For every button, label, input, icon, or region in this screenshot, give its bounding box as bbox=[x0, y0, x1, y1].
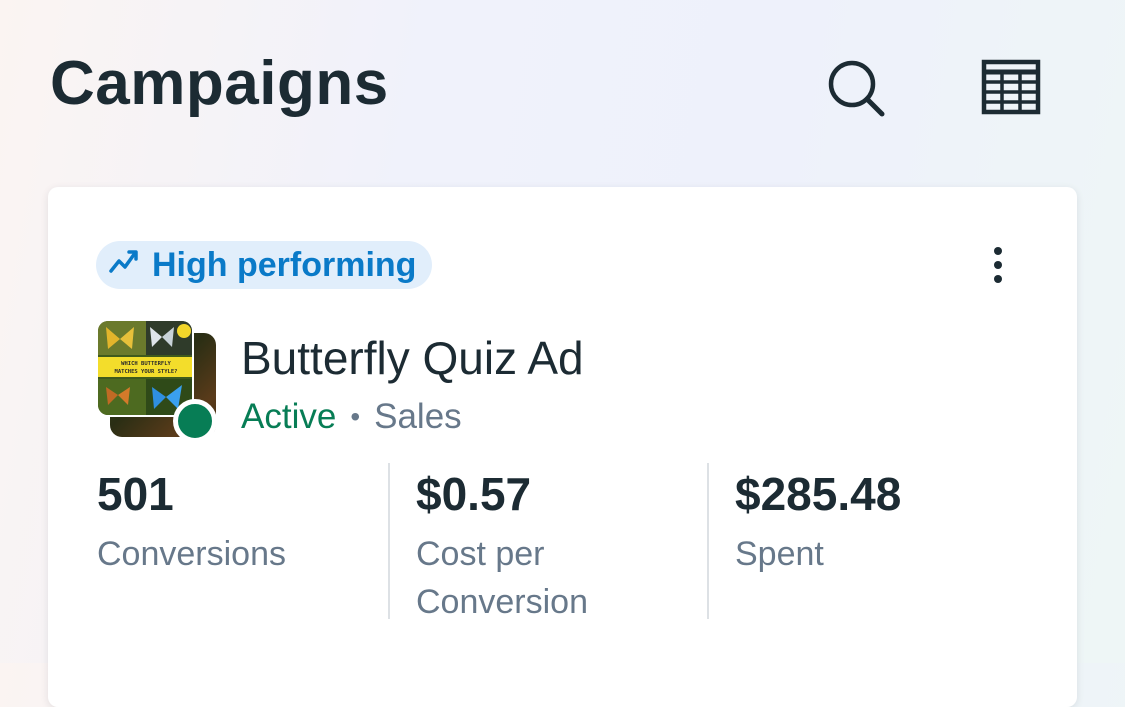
stat-cost-per-conversion: $0.57 Cost per Conversion bbox=[416, 469, 646, 626]
search-icon[interactable] bbox=[824, 56, 888, 120]
stat-value: 501 bbox=[97, 468, 174, 520]
campaign-name[interactable]: Butterfly Quiz Ad bbox=[241, 331, 584, 385]
trend-up-icon bbox=[108, 246, 152, 285]
campaign-thumbnail[interactable]: WHICH BUTTERFLY MATCHES YOUR STYLE? bbox=[96, 319, 218, 443]
active-status-dot bbox=[173, 399, 217, 443]
stat-spent: $285.48 Spent bbox=[735, 469, 965, 578]
ad-creative-image: WHICH BUTTERFLY MATCHES YOUR STYLE? bbox=[96, 319, 194, 417]
svg-text:MATCHES YOUR STYLE?: MATCHES YOUR STYLE? bbox=[115, 369, 178, 375]
stat-label: Spent bbox=[735, 534, 824, 573]
meta-separator: • bbox=[350, 401, 361, 432]
campaign-meta: Active • Sales bbox=[241, 397, 462, 437]
svg-text:WHICH BUTTERFLY: WHICH BUTTERFLY bbox=[121, 361, 171, 367]
page-title: Campaigns bbox=[50, 49, 389, 118]
high-performing-badge: High performing bbox=[96, 241, 433, 289]
campaign-status: Active bbox=[241, 397, 337, 436]
stat-label: Conversions bbox=[97, 534, 286, 573]
stat-value: $0.57 bbox=[416, 468, 532, 520]
stat-divider bbox=[388, 463, 390, 619]
stat-conversions: 501 Conversions bbox=[97, 469, 327, 578]
stat-value: $285.48 bbox=[735, 468, 902, 520]
campaign-objective: Sales bbox=[374, 397, 462, 436]
badge-label: High performing bbox=[152, 245, 417, 284]
stat-divider bbox=[707, 463, 709, 619]
table-view-icon[interactable] bbox=[980, 58, 1042, 116]
campaign-card[interactable]: High performing WHICH BUTTERFLY MATCHES … bbox=[48, 187, 1077, 707]
more-options-icon[interactable] bbox=[984, 243, 1012, 287]
stat-label: Cost per Conversion bbox=[416, 534, 588, 621]
